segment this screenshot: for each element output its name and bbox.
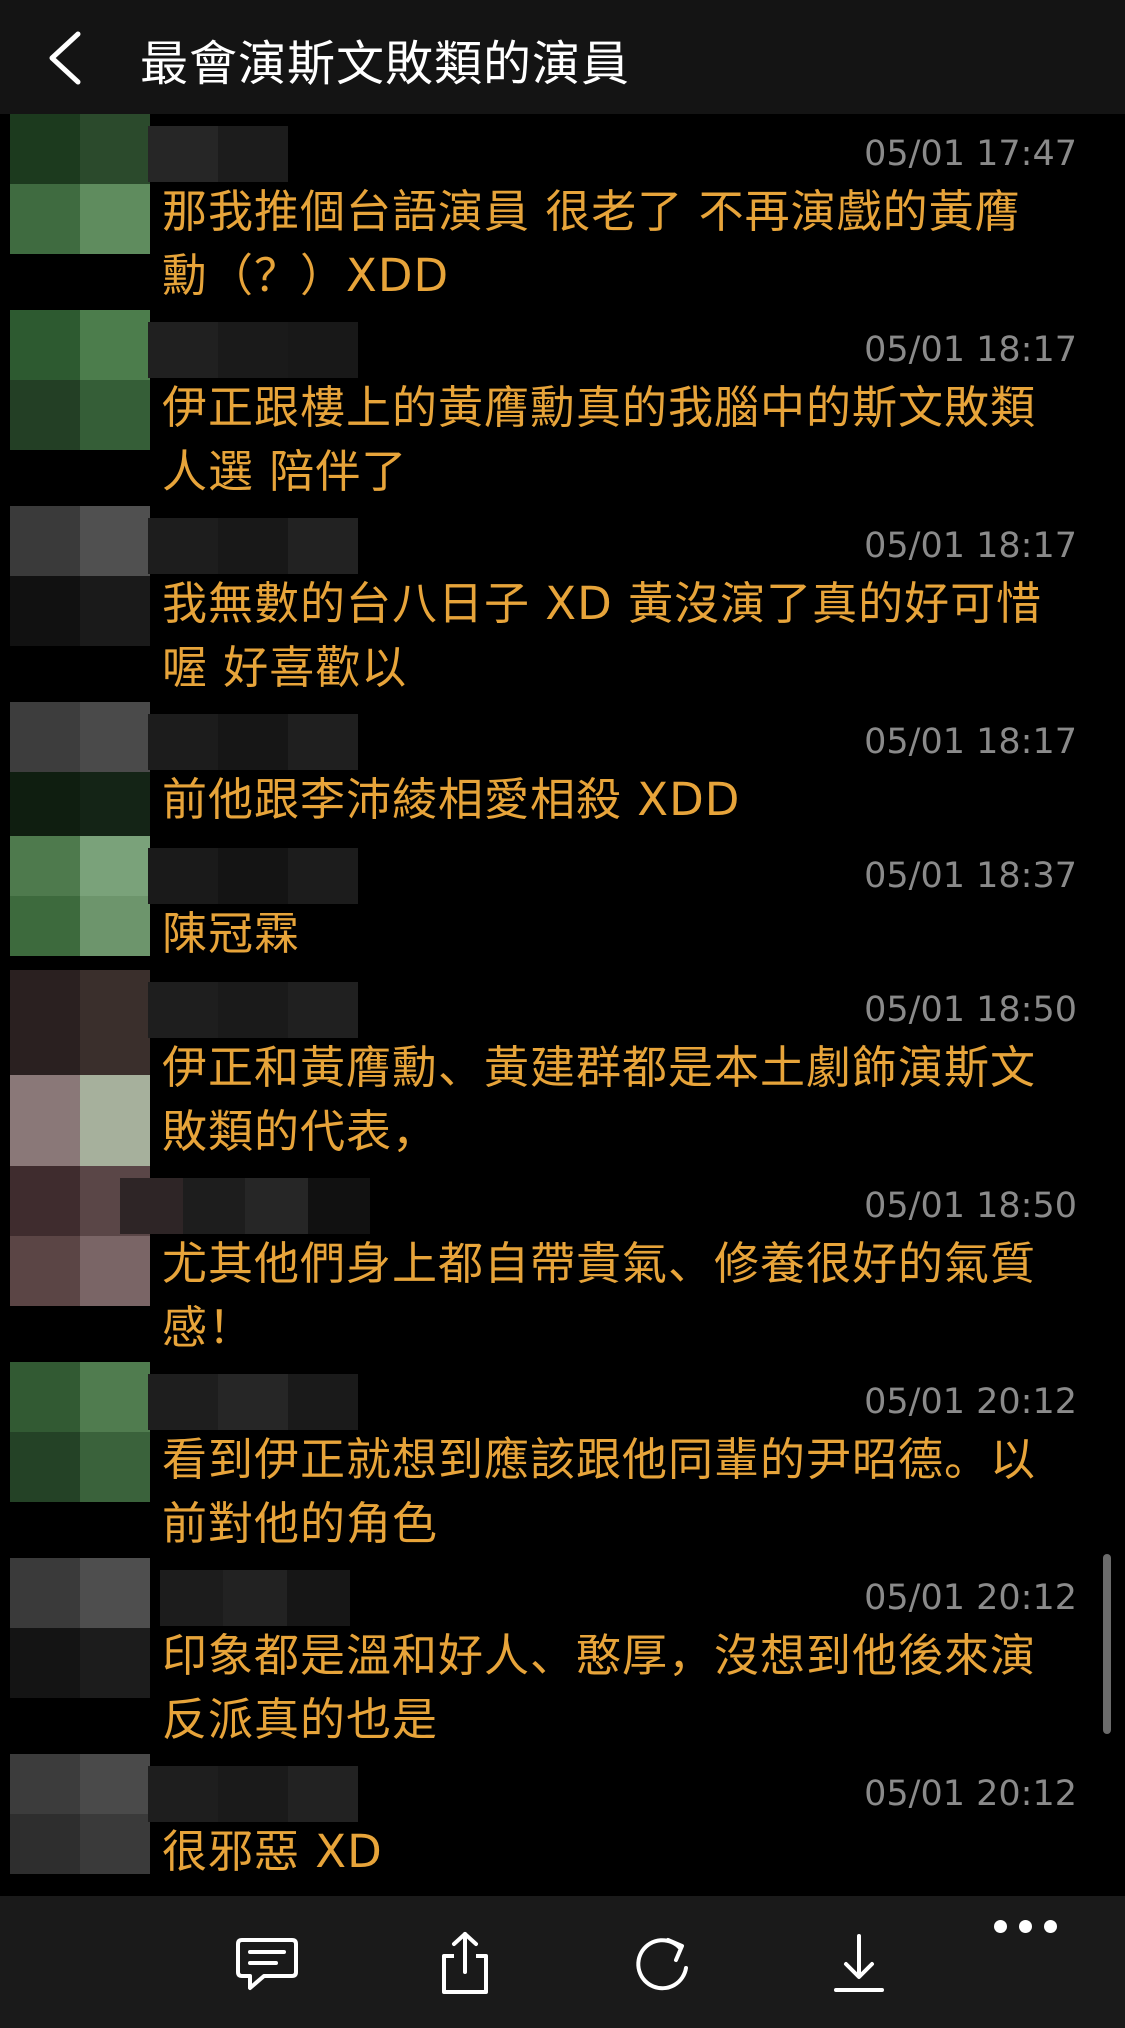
comment-timestamp: 05/01 18:50 <box>864 990 1077 1030</box>
avatar[interactable] <box>10 970 150 1180</box>
comment-timestamp: 05/01 20:12 <box>864 1382 1077 1422</box>
comment-text: 伊正跟樓上的黃膺勳真的我腦中的斯文敗類人選 陪伴了 <box>162 381 1037 498</box>
download-icon[interactable] <box>822 1926 896 2000</box>
bottom-toolbar <box>0 1896 1125 2028</box>
avatar[interactable] <box>10 506 150 646</box>
comment-text: 很邪惡 XD <box>162 1825 383 1878</box>
username-redacted <box>120 1178 370 1234</box>
more-dot <box>993 1919 1007 1933</box>
username-redacted <box>148 1766 358 1822</box>
comment-timestamp: 05/01 17:47 <box>864 134 1077 174</box>
avatar[interactable] <box>10 836 150 956</box>
comment-timestamp: 05/01 18:17 <box>864 526 1077 566</box>
username-redacted <box>148 322 358 378</box>
username-redacted <box>148 848 358 904</box>
comment-timestamp: 05/01 20:12 <box>864 1578 1077 1618</box>
username-redacted <box>148 1374 358 1430</box>
comment-text: 伊正和黃膺勳、黃建群都是本土劇飾演斯文敗類的代表， <box>162 1041 1037 1158</box>
more-dot <box>1043 1919 1057 1933</box>
comment-list[interactable]: 05/01 17:47 那我推個台語演員 很老了 不再演戲的黃膺勳（？）XDD … <box>0 114 1125 1896</box>
refresh-icon[interactable] <box>626 1926 700 2000</box>
comment-timestamp: 05/01 18:17 <box>864 722 1077 762</box>
avatar[interactable] <box>10 310 150 450</box>
comment-text: 看到伊正就想到應該跟他同輩的尹昭德。以前對他的角色 <box>162 1433 1037 1550</box>
comment-timestamp: 05/01 20:12 <box>864 1774 1077 1814</box>
top-bar: 最會演斯文敗類的演員 <box>0 0 1125 115</box>
comment-text: 那我推個台語演員 很老了 不再演戲的黃膺勳（？）XDD <box>162 185 1021 302</box>
avatar[interactable] <box>10 1754 150 1874</box>
comment-timestamp: 05/01 18:37 <box>864 856 1077 896</box>
username-redacted <box>148 982 358 1038</box>
avatar[interactable] <box>10 114 150 254</box>
more-icon[interactable] <box>985 1896 1065 1956</box>
comment-text: 尤其他們身上都自帶貴氣、修養很好的氣質感！ <box>162 1237 1037 1354</box>
username-redacted <box>160 1570 350 1626</box>
username-redacted <box>148 518 358 574</box>
comment-timestamp: 05/01 18:50 <box>864 1186 1077 1226</box>
more-dot <box>1018 1919 1032 1933</box>
avatar[interactable] <box>10 702 150 842</box>
comment-icon[interactable] <box>230 1926 304 2000</box>
comment-text: 我無數的台八日子 XD 黃沒演了真的好可惜喔 好喜歡以 <box>162 577 1043 694</box>
avatar[interactable] <box>10 1558 150 1698</box>
comment-text: 陳冠霖 <box>162 907 301 960</box>
back-chevron-icon[interactable] <box>44 30 88 86</box>
username-redacted <box>148 126 358 182</box>
page-title: 最會演斯文敗類的演員 <box>140 36 631 92</box>
comment-text: 印象都是溫和好人、憨厚，沒想到他後來演反派真的也是 <box>162 1629 1037 1746</box>
username-redacted <box>148 714 358 770</box>
scrollbar[interactable] <box>1103 1554 1111 1734</box>
comment-timestamp: 05/01 18:17 <box>864 330 1077 370</box>
avatar[interactable] <box>10 1362 150 1502</box>
share-icon[interactable] <box>428 1926 502 2000</box>
comment-text: 前他跟李沛綾相愛相殺 XDD <box>162 773 741 826</box>
